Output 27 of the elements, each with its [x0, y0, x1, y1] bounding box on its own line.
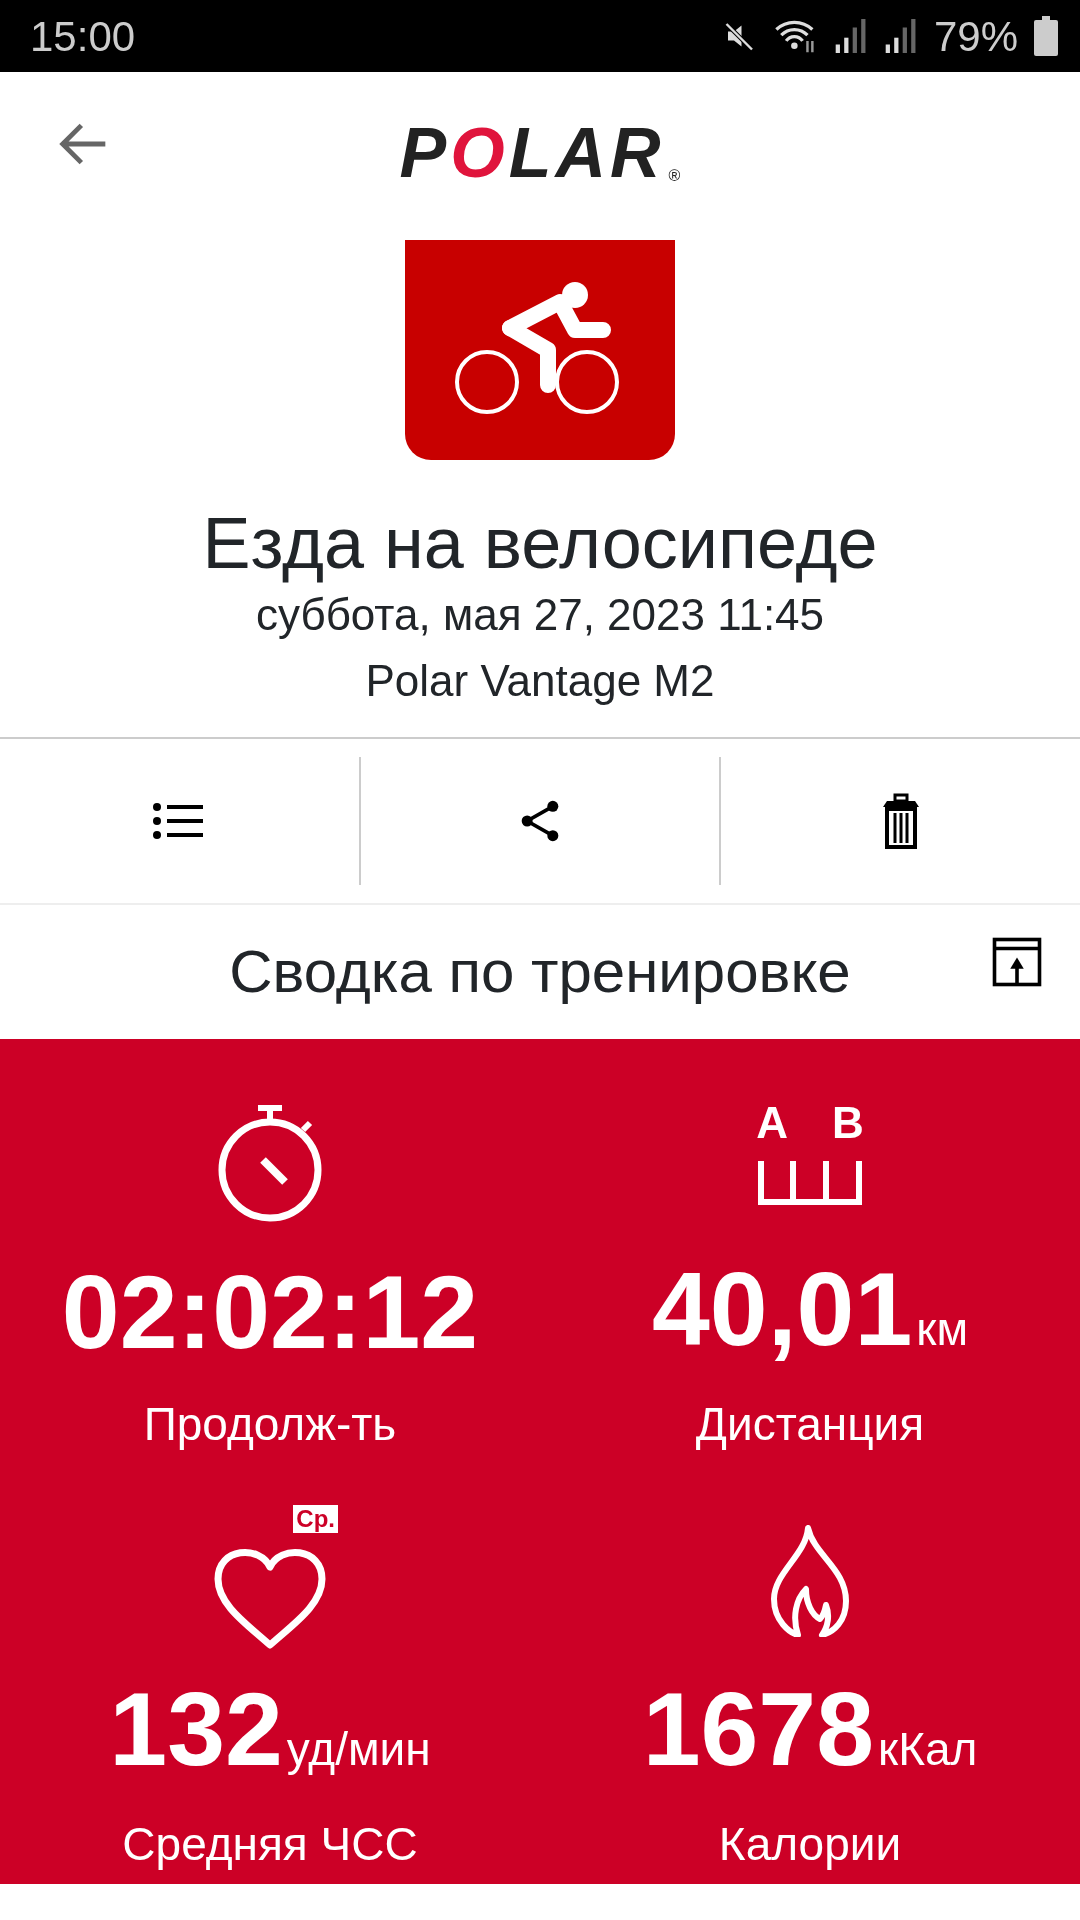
device-name: Polar Vantage M2: [364, 654, 716, 707]
metric-value: 40,01: [652, 1256, 913, 1361]
signal-icon: [833, 17, 868, 55]
metric-label: Средняя ЧСС: [122, 1816, 418, 1872]
metric-value: 02:02:12: [61, 1259, 479, 1364]
metric-value: 132: [109, 1676, 283, 1781]
activity-datetime: суббота, мая 27, 2023 11:45: [254, 589, 826, 642]
metric-unit: км: [916, 1301, 968, 1357]
metric-label: Дистанция: [695, 1396, 925, 1452]
metric-label: Калории: [718, 1816, 902, 1872]
summary-title: Сводка по тренировке: [229, 936, 851, 1007]
activity-title: Езда на велосипеде: [201, 502, 879, 585]
brand-logo: POLAR: [399, 118, 665, 188]
metric-value: 1678: [642, 1676, 874, 1781]
ruler-icon: [758, 1160, 862, 1205]
average-badge: Ср.: [293, 1504, 338, 1533]
battery-percent: 79%: [933, 11, 1018, 62]
metric-unit: уд/мин: [286, 1721, 431, 1777]
point-b-label: B: [832, 1100, 864, 1145]
status-time: 15:00: [30, 11, 136, 62]
registered-mark: ®: [668, 166, 681, 186]
battery-icon: [1034, 16, 1058, 56]
flame-icon: [770, 1524, 850, 1637]
metric-unit: кКал: [878, 1721, 978, 1777]
signal-icon: [883, 17, 918, 55]
metric-label: Продолж-ть: [143, 1396, 397, 1452]
point-a-label: A: [756, 1100, 788, 1145]
